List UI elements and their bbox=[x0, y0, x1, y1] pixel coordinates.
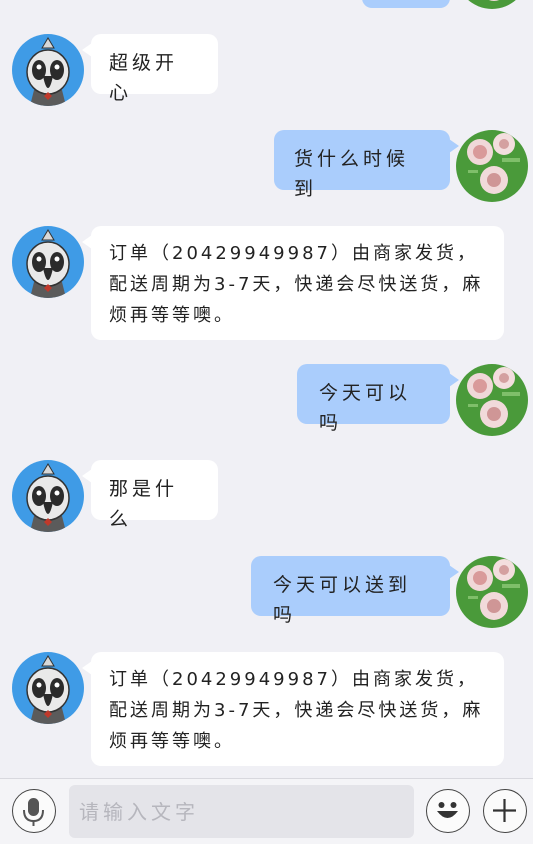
message-text: 今天可以送到吗 bbox=[273, 574, 412, 626]
message-text: 货什么时候到 bbox=[294, 148, 410, 200]
user-avatar-image bbox=[456, 556, 528, 628]
bot-avatar[interactable] bbox=[12, 226, 84, 298]
user-avatar[interactable] bbox=[456, 556, 528, 628]
bot-avatar[interactable] bbox=[12, 34, 84, 106]
message-input[interactable] bbox=[69, 785, 414, 838]
message-bubble-received[interactable]: 订单（20429949987）由商家发货，配送周期为3-7天，快递会尽快送货，麻… bbox=[82, 652, 504, 766]
bubble-tail bbox=[82, 43, 92, 57]
bubble-tail bbox=[82, 235, 92, 249]
plus-icon bbox=[493, 799, 516, 822]
user-avatar-image bbox=[456, 130, 528, 202]
bubble-tail bbox=[449, 373, 459, 387]
bot-avatar-image bbox=[12, 226, 84, 298]
message-bubble-received[interactable]: 订单（20429949987）由商家发货，配送周期为3-7天，快递会尽快送货，麻… bbox=[82, 226, 504, 340]
bot-avatar-image bbox=[12, 652, 84, 724]
user-avatar[interactable] bbox=[456, 0, 528, 9]
user-avatar[interactable] bbox=[456, 364, 528, 436]
bot-avatar[interactable] bbox=[12, 652, 84, 724]
bubble-tail bbox=[449, 565, 459, 579]
voice-button[interactable] bbox=[12, 789, 56, 833]
bubble-tail bbox=[82, 661, 92, 675]
message-bubble-sent[interactable]: 今天可以吗 bbox=[297, 364, 459, 434]
message-bubble-sent[interactable] bbox=[362, 0, 450, 8]
user-avatar-image bbox=[456, 0, 528, 9]
message-bubble-received[interactable]: 超级开心 bbox=[82, 34, 218, 104]
input-bar bbox=[0, 778, 533, 844]
bot-avatar-image bbox=[12, 460, 84, 532]
message-text: 超级开心 bbox=[109, 52, 179, 104]
user-avatar-image bbox=[456, 364, 528, 436]
bubble-tail bbox=[449, 139, 459, 153]
smiley-icon bbox=[437, 802, 458, 818]
message-text: 订单（20429949987）由商家发货，配送周期为3-7天，快递会尽快送货，麻… bbox=[109, 243, 484, 326]
emoji-button[interactable] bbox=[426, 789, 470, 833]
message-bubble-sent[interactable]: 货什么时候到 bbox=[274, 130, 459, 200]
message-text: 今天可以吗 bbox=[319, 382, 412, 434]
message-text: 订单（20429949987）由商家发货，配送周期为3-7天，快递会尽快送货，麻… bbox=[109, 669, 484, 752]
bot-avatar[interactable] bbox=[12, 460, 84, 532]
message-text: 那是什么 bbox=[109, 478, 179, 530]
message-bubble-sent[interactable]: 今天可以送到吗 bbox=[251, 556, 459, 626]
bubble-tail bbox=[82, 469, 92, 483]
chat-message-list[interactable]: 超级开心 货什么时候到 订单（20429949987）由商家发货，配送周期为3-… bbox=[0, 0, 533, 778]
bot-avatar-image bbox=[12, 34, 84, 106]
message-bubble-received[interactable]: 那是什么 bbox=[82, 460, 218, 530]
user-avatar[interactable] bbox=[456, 130, 528, 202]
microphone-icon bbox=[23, 798, 44, 826]
more-button[interactable] bbox=[483, 789, 527, 833]
